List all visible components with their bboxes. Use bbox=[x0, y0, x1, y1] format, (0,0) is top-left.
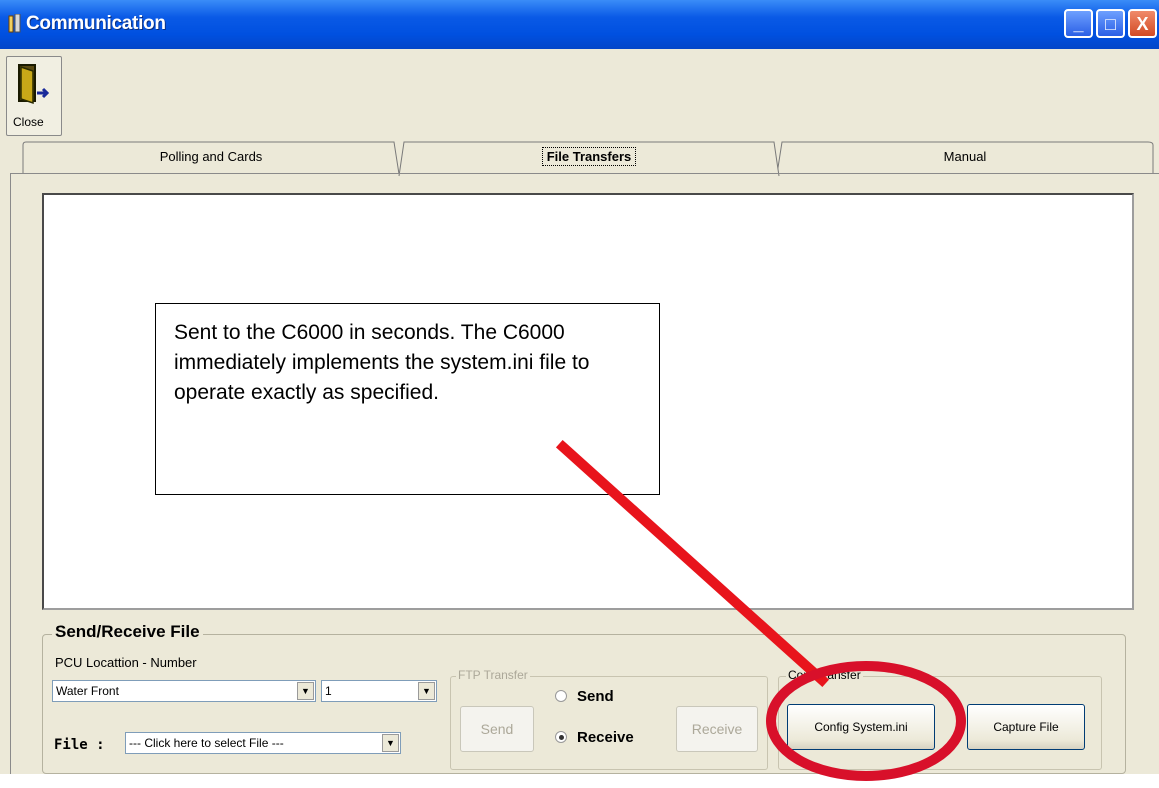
exit-door-icon bbox=[18, 64, 49, 105]
tab-label: Manual bbox=[943, 149, 987, 164]
ftp-receive-button[interactable]: Receive bbox=[676, 706, 758, 752]
minimize-icon: _ bbox=[1073, 14, 1084, 34]
radio-circle[interactable] bbox=[555, 731, 567, 743]
file-select[interactable]: --- Click here to select File --- ▼ bbox=[125, 732, 401, 754]
tab-file-transfers[interactable]: File Transfers bbox=[398, 141, 780, 177]
radio-circle[interactable] bbox=[555, 690, 567, 702]
pcu-number-select[interactable]: 1 ▼ bbox=[321, 680, 437, 702]
toolbar bbox=[0, 49, 1159, 141]
chevron-down-icon[interactable]: ▼ bbox=[297, 682, 314, 700]
send-radio-label: Send bbox=[577, 688, 614, 705]
pcu-number-value: 1 bbox=[325, 684, 332, 698]
close-icon: X bbox=[1136, 14, 1149, 34]
maximize-button[interactable]: □ bbox=[1096, 9, 1125, 38]
app-icon bbox=[8, 14, 21, 33]
title-bar[interactable]: Communication _ □ X bbox=[0, 0, 1159, 49]
tab-label: Polling and Cards bbox=[159, 149, 263, 164]
tab-label: File Transfers bbox=[541, 147, 637, 166]
pcu-location-label: PCU Locattion - Number bbox=[55, 655, 197, 670]
close-window-button[interactable]: X bbox=[1128, 9, 1157, 38]
communication-window: Communication _ □ X Close Polling and Ca… bbox=[0, 0, 1159, 774]
ftp-transfer-title: FTP Transfer bbox=[456, 668, 530, 682]
config-system-ini-button[interactable]: Config System.ini bbox=[787, 704, 935, 750]
annotation-callout: Sent to the C6000 in seconds. The C6000 … bbox=[155, 303, 660, 495]
capture-file-button[interactable]: Capture File bbox=[967, 704, 1085, 750]
close-label: Close bbox=[13, 115, 44, 129]
receive-radio[interactable]: Receive bbox=[555, 729, 634, 746]
send-receive-title: Send/Receive File bbox=[52, 622, 203, 642]
minimize-button[interactable]: _ bbox=[1064, 9, 1093, 38]
tab-polling-and-cards[interactable]: Polling and Cards bbox=[22, 141, 400, 175]
receive-radio-label: Receive bbox=[577, 729, 634, 746]
tab-manual[interactable]: Manual bbox=[776, 141, 1154, 175]
chevron-down-icon[interactable]: ▼ bbox=[382, 734, 399, 752]
com-transfer-title: Com Transfer bbox=[786, 668, 863, 682]
send-radio[interactable]: Send bbox=[555, 688, 614, 705]
pcu-location-select[interactable]: Water Front ▼ bbox=[52, 680, 316, 702]
close-button[interactable]: Close bbox=[6, 56, 62, 136]
chevron-down-icon[interactable]: ▼ bbox=[418, 682, 435, 700]
file-select-value: --- Click here to select File --- bbox=[129, 736, 284, 750]
window-title: Communication bbox=[26, 13, 166, 34]
file-label: File : bbox=[54, 737, 105, 753]
maximize-icon: □ bbox=[1105, 14, 1116, 34]
pcu-location-value: Water Front bbox=[56, 684, 119, 698]
ftp-send-button[interactable]: Send bbox=[460, 706, 534, 752]
